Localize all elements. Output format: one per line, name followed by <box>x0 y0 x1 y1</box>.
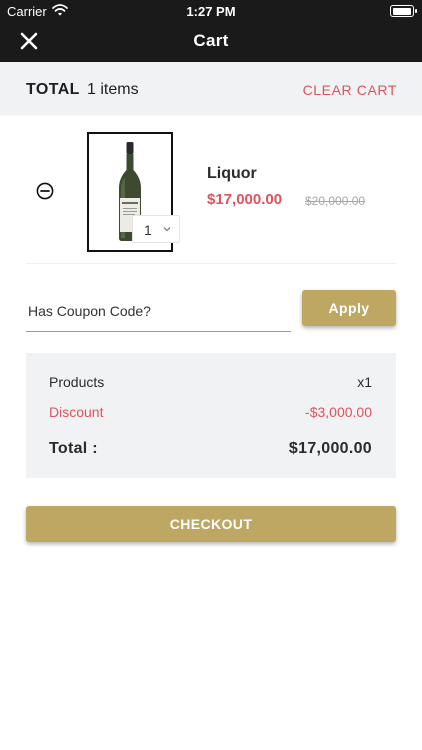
total-label: TOTAL <box>26 81 80 98</box>
battery-icon <box>390 5 417 17</box>
remove-item-icon[interactable] <box>36 182 54 200</box>
apply-coupon-button[interactable]: Apply <box>302 290 396 326</box>
quantity-value: 1 <box>144 222 152 238</box>
top-bar: Carrier 1:27 PM Cart <box>0 0 422 62</box>
order-totals: Products x1 Discount -$3,000.00 Total : … <box>26 353 396 478</box>
product-name: Liquor <box>207 165 257 182</box>
chevron-down-icon <box>163 227 171 232</box>
cart-summary-bar: TOTAL 1 items CLEAR CART <box>0 62 422 115</box>
product-original-price: $20,000.00 <box>305 194 366 208</box>
cart-item: 1 Liquor $17,000.00 $20,000.00 <box>0 115 422 265</box>
page-title: Cart <box>193 31 229 50</box>
grand-total-value: $17,000.00 <box>288 440 372 457</box>
products-value: x1 <box>357 374 372 390</box>
grand-total-label: Total : <box>49 440 98 457</box>
items-count: 1 items <box>87 81 139 98</box>
discount-label: Discount <box>49 404 104 420</box>
divider <box>26 263 396 264</box>
status-time: 1:27 PM <box>186 4 236 19</box>
clear-cart-button[interactable]: CLEAR CART <box>303 82 397 98</box>
checkout-button[interactable]: CHECKOUT <box>26 506 396 542</box>
quantity-select[interactable]: 1 <box>132 215 180 243</box>
coupon-code-input[interactable] <box>26 290 291 332</box>
product-price: $17,000.00 <box>207 191 283 208</box>
discount-value: -$3,000.00 <box>305 404 372 420</box>
status-bar: Carrier 1:27 PM <box>0 0 422 22</box>
products-label: Products <box>49 374 105 390</box>
